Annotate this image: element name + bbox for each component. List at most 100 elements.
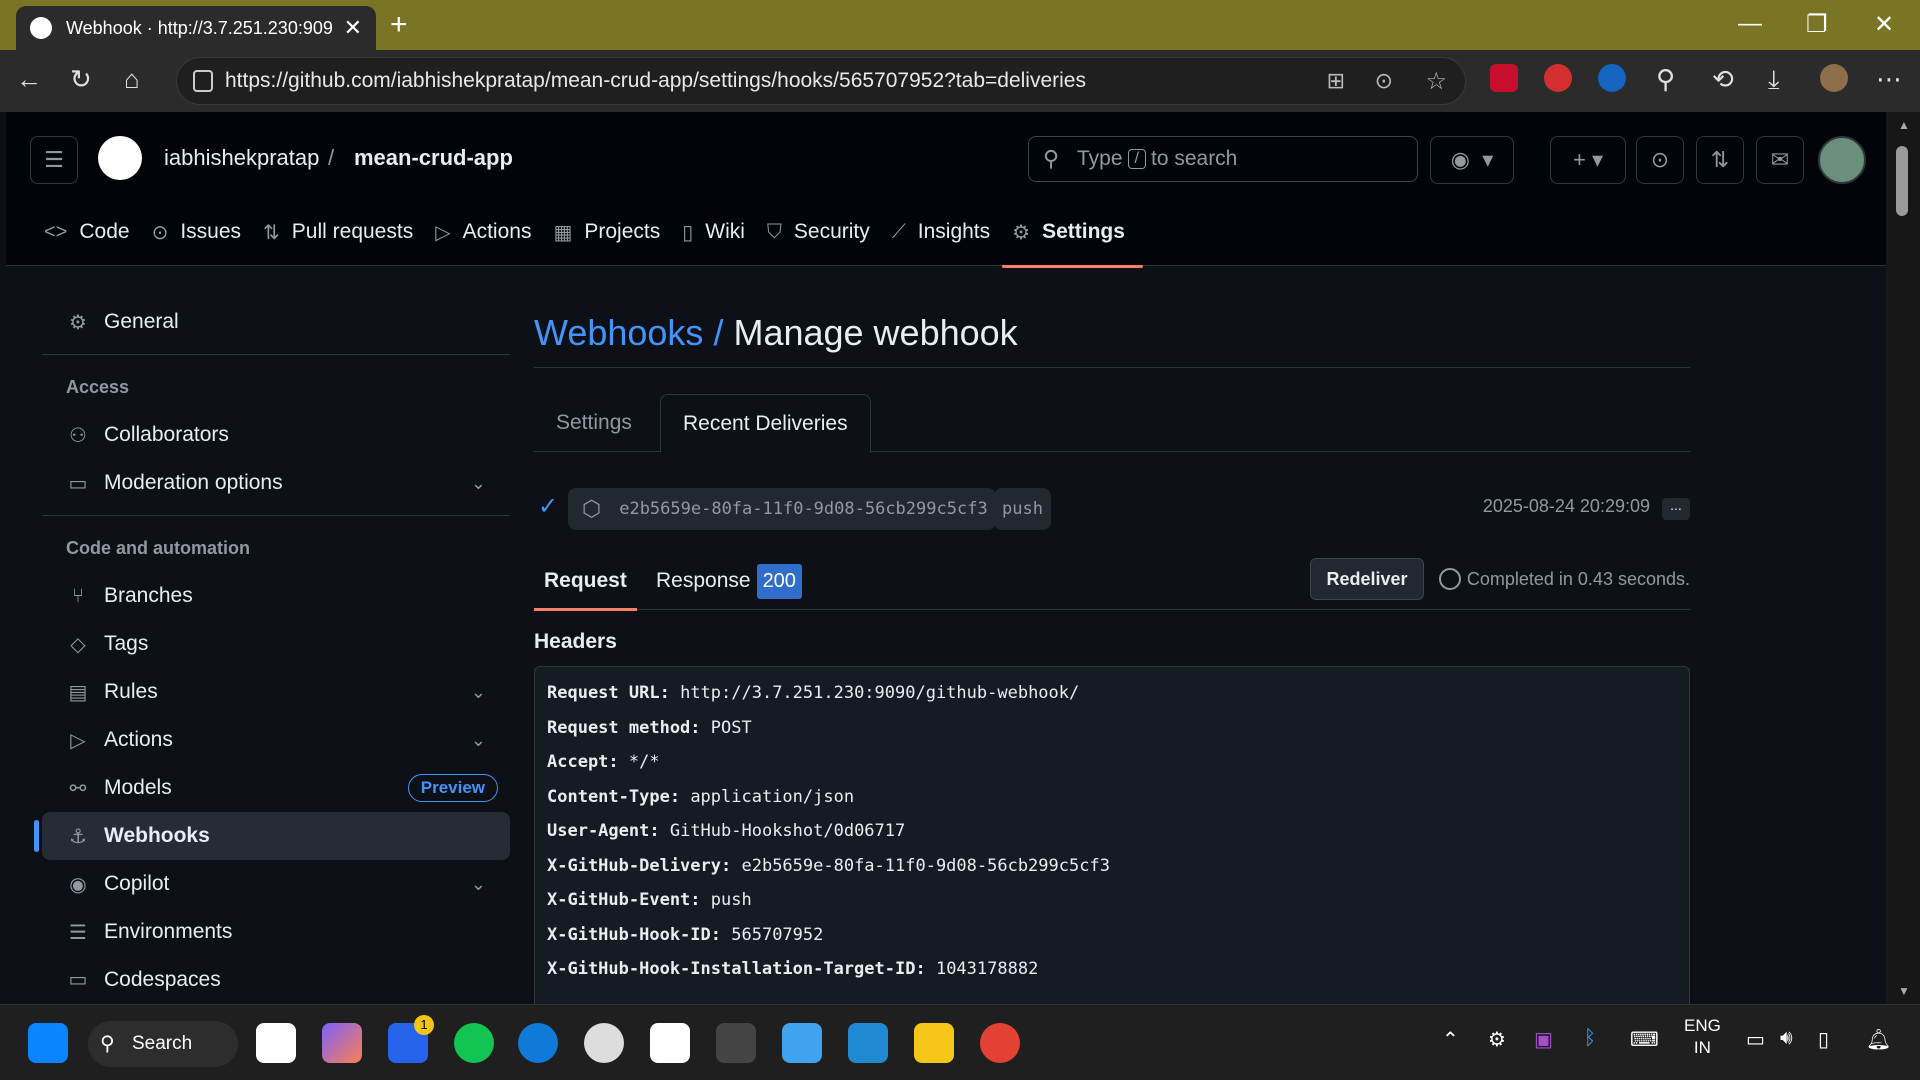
back-icon[interactable]: ← <box>16 64 42 95</box>
clickup-app-icon[interactable] <box>256 1023 296 1063</box>
delivery-row[interactable]: ✓ ⬡ e2b5659e-80fa-11f0-9d08-56cb299c5cf3… <box>534 486 1690 532</box>
issues-button[interactable]: ⊙ <box>1636 136 1684 184</box>
app-available-icon[interactable]: ⊞ <box>1327 68 1345 94</box>
tab-issues[interactable]: ⊙ Issues <box>148 212 259 252</box>
github-logo-icon[interactable] <box>98 136 142 180</box>
sidebar-item-general[interactable]: ⚙ General <box>42 298 510 346</box>
redeliver-button[interactable]: Redeliver <box>1310 558 1424 600</box>
volume-icon[interactable]: 🔊︎ <box>1780 1027 1793 1050</box>
tab-pull-requests[interactable]: ⇅ Pull requests <box>259 212 431 252</box>
sidebar-item-actions[interactable]: ▷ Actions ⌄ <box>42 716 510 764</box>
search-prefix: Type <box>1077 147 1123 170</box>
vscode-app-icon[interactable] <box>848 1023 888 1063</box>
header-value: GitHub-Hookshot/0d06717 <box>669 821 906 841</box>
close-window-icon[interactable]: ✕ <box>1874 10 1894 39</box>
history-icon[interactable]: ⟲ <box>1712 64 1734 95</box>
tab-actions[interactable]: ▷ Actions <box>431 212 549 252</box>
reload-icon[interactable]: ↻ <box>70 64 92 95</box>
region-code: IN <box>1693 1038 1711 1057</box>
extension-icon[interactable] <box>1598 64 1626 92</box>
copilot-app-icon[interactable] <box>322 1023 362 1063</box>
avatar[interactable] <box>1818 136 1866 184</box>
sidebar-item-copilot[interactable]: ◉ Copilot ⌄ <box>42 860 510 908</box>
edge-app-icon[interactable] <box>518 1023 558 1063</box>
section-heading-code: Code and automation <box>66 537 250 558</box>
inbox-button[interactable]: ✉ <box>1756 136 1804 184</box>
bluetooth-icon[interactable]: ᛒ <box>1584 1027 1596 1050</box>
terminal-app-icon[interactable] <box>716 1023 756 1063</box>
tab-security[interactable]: ⛉ Security <box>763 212 888 252</box>
sidebar-item-codespaces[interactable]: ▭ Codespaces <box>42 956 510 992</box>
browser-tab[interactable]: Webhook · http://3.7.251.230:909( ✕ <box>16 6 376 50</box>
sidebar-item-collaborators[interactable]: ⚇ Collaborators <box>42 411 510 459</box>
tab-wiki[interactable]: ▯ Wiki <box>678 212 763 252</box>
tab-code[interactable]: <> Code <box>40 212 148 252</box>
clock-app-icon[interactable] <box>584 1023 624 1063</box>
downloads-icon[interactable]: ⤓ <box>1768 64 1780 96</box>
keyboard-icon[interactable]: ⌨ <box>1630 1027 1659 1052</box>
pull-requests-button[interactable]: ⇅ <box>1696 136 1744 184</box>
extensions-icon[interactable]: ⚲ <box>1656 64 1675 95</box>
start-icon[interactable] <box>28 1023 68 1063</box>
adblock-extension-icon[interactable] <box>1544 64 1572 92</box>
owner-link[interactable]: iabhishekpratap <box>164 145 319 171</box>
tab-label: Projects <box>584 220 661 243</box>
repo-link[interactable]: mean-crud-app <box>354 145 513 171</box>
sidebar-item-environments[interactable]: ☰ Environments <box>42 908 510 956</box>
notion-app-icon[interactable] <box>650 1023 690 1063</box>
hamburger-menu-icon[interactable]: ☰ <box>30 136 78 184</box>
settings-tray-icon[interactable]: ⚙ <box>1488 1027 1506 1052</box>
copilot-button[interactable]: ◉ ▾ <box>1430 136 1514 184</box>
network-icon[interactable]: ▭ <box>1746 1027 1765 1052</box>
sidebar-item-branches[interactable]: ⑂ Branches <box>42 572 510 620</box>
sidebar-item-rules[interactable]: ▤ Rules ⌄ <box>42 668 510 716</box>
pocket-extension-icon[interactable] <box>1490 64 1518 92</box>
scroll-up-icon[interactable]: ▲ <box>1898 118 1910 132</box>
tab-settings[interactable]: ⚙ Settings <box>1002 212 1143 268</box>
tab-webhook-settings[interactable]: Settings <box>534 394 654 452</box>
taskbar-search[interactable]: ⚲ Search <box>88 1021 238 1067</box>
notifications-bell-icon[interactable]: 🔔︎ <box>1866 1027 1891 1052</box>
reader-icon[interactable]: ⊙ <box>1375 68 1393 94</box>
scroll-down-icon[interactable]: ▼ <box>1898 984 1910 998</box>
tab-insights[interactable]: ⟋ Insights <box>888 212 1008 252</box>
header-row: X-GitHub-Event: push <box>547 890 1677 925</box>
sidebar-item-models[interactable]: ⚯ Models Preview <box>42 764 510 812</box>
sidebar-item-moderation[interactable]: ▭ Moderation options ⌄ <box>42 459 510 507</box>
address-bar[interactable]: https://github.com/iabhishekpratap/mean-… <box>176 57 1466 105</box>
more-button[interactable]: ... <box>1662 498 1690 520</box>
search-input[interactable]: ⚲ Type / to search <box>1028 136 1418 182</box>
home-icon[interactable]: ⌂ <box>124 64 140 95</box>
new-tab-icon[interactable]: + <box>390 8 408 42</box>
site-info-icon[interactable] <box>193 70 213 92</box>
todo-app-icon[interactable]: 1 <box>388 1015 434 1063</box>
profile-avatar[interactable] <box>1820 64 1848 92</box>
language-indicator[interactable]: ENG IN <box>1684 1015 1721 1059</box>
webhooks-breadcrumb-link[interactable]: Webhooks <box>534 312 703 354</box>
sticky-notes-app-icon[interactable] <box>914 1023 954 1063</box>
onenote-tray-icon[interactable]: ▣ <box>1534 1027 1553 1052</box>
copilot-icon: ◉ <box>1450 147 1470 172</box>
search-icon: ⚲ <box>1043 146 1060 171</box>
create-new-button[interactable]: + ▾ <box>1550 136 1626 184</box>
tab-request[interactable]: Request <box>534 552 637 611</box>
minimize-icon[interactable]: — <box>1738 10 1762 38</box>
scrollbar-thumb[interactable] <box>1896 146 1908 216</box>
battery-icon[interactable]: ▯ <box>1818 1027 1829 1052</box>
search-suffix: to search <box>1150 147 1238 170</box>
tab-recent-deliveries[interactable]: Recent Deliveries <box>660 394 871 453</box>
notepad-app-icon[interactable] <box>782 1023 822 1063</box>
favorite-star-icon[interactable]: ☆ <box>1425 67 1447 96</box>
page-scrollbar[interactable]: ▲ ▼ <box>1886 112 1920 1004</box>
tab-label: Settings <box>1042 220 1125 243</box>
tab-projects[interactable]: ▦ Projects <box>549 212 678 252</box>
close-tab-icon[interactable]: ✕ <box>344 15 362 41</box>
restore-icon[interactable]: ❐ <box>1806 10 1828 39</box>
sidebar-item-tags[interactable]: ◇ Tags <box>42 620 510 668</box>
whatsapp-app-icon[interactable] <box>454 1023 494 1063</box>
chrome-app-icon[interactable] <box>980 1023 1020 1063</box>
menu-more-icon[interactable]: ⋯ <box>1876 64 1902 95</box>
tab-response[interactable]: Response 200 <box>656 552 802 610</box>
chevron-up-icon[interactable]: ⌃ <box>1442 1027 1459 1052</box>
sidebar-item-webhooks[interactable]: ⚓ Webhooks <box>34 812 510 860</box>
